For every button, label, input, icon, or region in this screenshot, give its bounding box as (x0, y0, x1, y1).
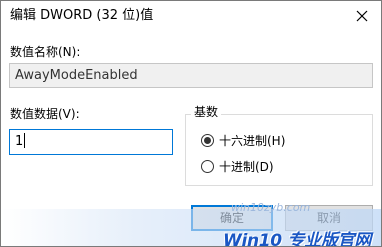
close-button[interactable] (349, 4, 375, 28)
close-icon (349, 4, 375, 28)
text-caret (24, 133, 26, 148)
value-name-field: AwayModeEnabled (9, 63, 373, 88)
watermark-logo: Win10 专业版官网 (223, 231, 371, 247)
radio-decimal[interactable]: 十进制(D) (201, 158, 274, 174)
value-name-text: AwayModeEnabled (15, 68, 138, 83)
window-title: 编辑 DWORD (32 位)值 (10, 8, 154, 23)
value-name-label: 数值名称(N): (10, 45, 81, 59)
edit-dword-dialog: 编辑 DWORD (32 位)值 数值名称(N): AwayModeEnable… (0, 0, 382, 247)
radio-decimal-indicator (201, 159, 214, 173)
watermark-url: win10zyb.com (231, 201, 311, 214)
base-group (185, 114, 373, 186)
value-data-label: 数值数据(V): (10, 107, 80, 121)
radio-hexadecimal[interactable]: 十六进制(H) (201, 132, 285, 148)
title-bar: 编辑 DWORD (32 位)值 (1, 1, 381, 31)
value-data-input[interactable]: 1 (9, 129, 173, 155)
value-data-text: 1 (15, 134, 24, 149)
radio-hexadecimal-label: 十六进制(H) (219, 133, 286, 148)
base-group-label: 基数 (191, 105, 222, 119)
radio-hexadecimal-indicator (201, 133, 214, 147)
radio-decimal-label: 十进制(D) (219, 159, 274, 174)
